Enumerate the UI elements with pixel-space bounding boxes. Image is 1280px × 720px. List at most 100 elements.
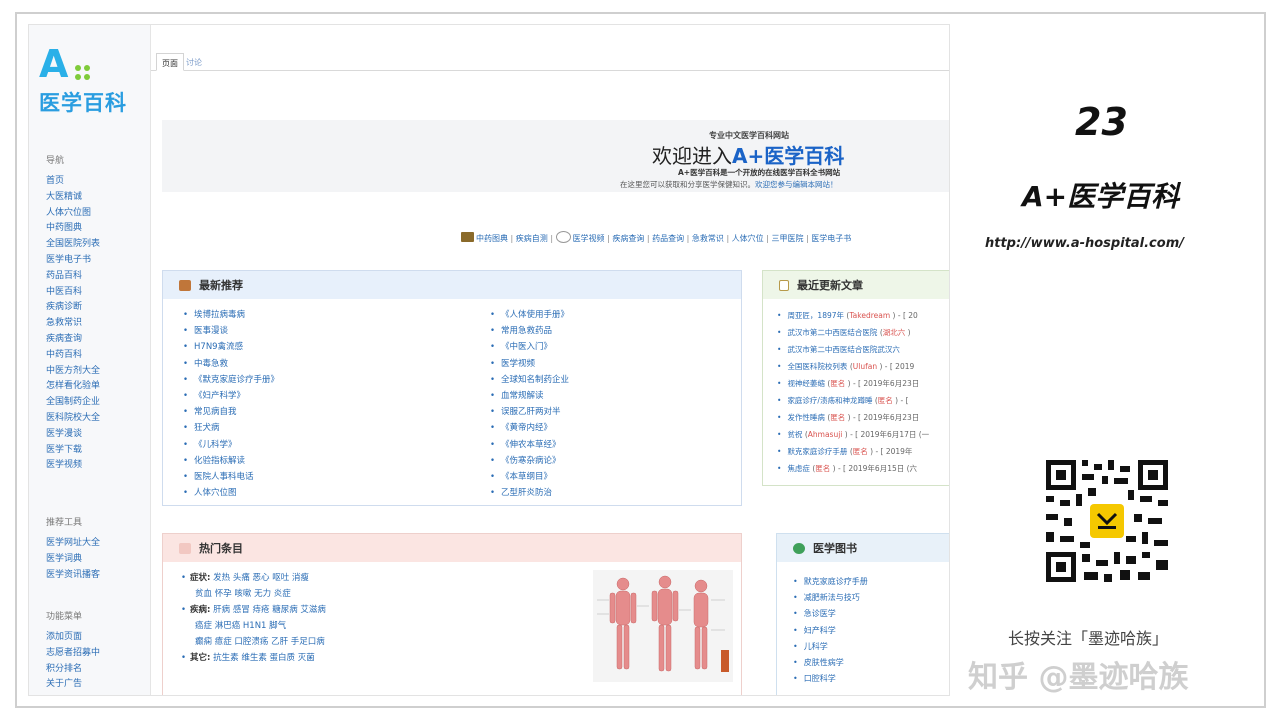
latest-item[interactable]: 医学视频 bbox=[490, 356, 569, 372]
latest-item[interactable]: 乙型肝炎防治 bbox=[490, 485, 569, 501]
latest-item[interactable]: 化验指标解读 bbox=[183, 453, 279, 469]
disease-links-b[interactable]: 癌症 淋巴癌 H1N1 脚气 bbox=[195, 621, 286, 631]
symptom-links-b[interactable]: 贫血 怀孕 咳嗽 无力 炎症 bbox=[195, 589, 291, 599]
update-user[interactable]: Ulufan bbox=[853, 362, 877, 371]
latest-item[interactable]: 常用急救药品 bbox=[490, 323, 569, 339]
sidebar-nav-item[interactable]: 疾病诊断 bbox=[46, 300, 100, 316]
quick-link[interactable]: 三甲医院 bbox=[771, 234, 803, 243]
sidebar-tool-item[interactable]: 医学词典 bbox=[46, 552, 100, 568]
quick-link[interactable]: 疾病自测 bbox=[516, 234, 548, 243]
other-links-a[interactable]: 抗生素 维生素 蛋白质 灭菌 bbox=[213, 653, 315, 663]
quick-link[interactable]: 人体穴位 bbox=[732, 234, 764, 243]
update-user[interactable]: 匿名 bbox=[830, 379, 845, 388]
latest-item[interactable]: 《伸农本草经》 bbox=[490, 437, 569, 453]
tab-page[interactable]: 页面 bbox=[156, 53, 184, 71]
quick-link[interactable]: 药品查询 bbox=[652, 234, 684, 243]
latest-item[interactable]: 《儿科学》 bbox=[183, 437, 279, 453]
sidebar-nav-item[interactable]: 首页 bbox=[46, 174, 100, 190]
latest-item[interactable]: 医院人事科电话 bbox=[183, 469, 279, 485]
latest-item[interactable]: 误服乙肝两对半 bbox=[490, 404, 569, 420]
latest-item[interactable]: 《默克家庭诊疗手册》 bbox=[183, 372, 279, 388]
update-title[interactable]: 焦虑症 bbox=[787, 464, 810, 473]
update-user[interactable]: 匿名 bbox=[830, 413, 845, 422]
update-title[interactable]: 武汉市第二中西医结合医院 bbox=[787, 328, 877, 337]
latest-item[interactable]: 《黄帝内经》 bbox=[490, 420, 569, 436]
update-title[interactable]: 视神经萎缩 bbox=[787, 379, 825, 388]
sidebar-nav-item[interactable]: 疾病查询 bbox=[46, 332, 100, 348]
sidebar-func-item[interactable]: 添加页面 bbox=[46, 630, 100, 646]
follow-caption: 长按关注「墨迹哈族」 bbox=[1008, 629, 1169, 648]
sidebar-nav-item[interactable]: 人体穴位图 bbox=[46, 206, 100, 222]
sidebar-func-item[interactable]: 关于广告 bbox=[46, 677, 100, 693]
sidebar-nav-item[interactable]: 中药百科 bbox=[46, 348, 100, 364]
sidebar-nav-item[interactable]: 全国医院列表 bbox=[46, 237, 100, 253]
update-user[interactable]: 湖北六 bbox=[883, 328, 906, 337]
latest-item[interactable]: 《中医入门》 bbox=[490, 339, 569, 355]
sidebar-nav-item[interactable]: 医学视频 bbox=[46, 458, 100, 474]
latest-item[interactable]: 全球知名制药企业 bbox=[490, 372, 569, 388]
quick-link[interactable]: 中药图典 bbox=[476, 234, 508, 243]
latest-item[interactable]: 医事漫谈 bbox=[183, 323, 279, 339]
sidebar-nav-item[interactable]: 急救常识 bbox=[46, 316, 100, 332]
book-item[interactable]: 儿科学 bbox=[793, 639, 868, 655]
update-title[interactable]: 发作性睡病 bbox=[787, 413, 825, 422]
quick-link[interactable]: 医学电子书 bbox=[811, 234, 851, 243]
book-item[interactable]: 急诊医学 bbox=[793, 606, 868, 622]
disease-links-c[interactable]: 癫痫 癔症 口腔溃疡 乙肝 手足口病 bbox=[195, 637, 325, 647]
sidebar-tool-item[interactable]: 医学资讯播客 bbox=[46, 568, 100, 584]
quick-link[interactable]: 医学视频 bbox=[573, 234, 605, 243]
latest-item[interactable]: 人体穴位图 bbox=[183, 485, 279, 501]
site-logo[interactable]: A 医学百科 bbox=[39, 45, 127, 117]
func-title: 功能菜单 bbox=[46, 612, 83, 622]
latest-item[interactable]: H7N9禽流感 bbox=[183, 339, 279, 355]
sidebar-nav-item[interactable]: 全国制药企业 bbox=[46, 395, 100, 411]
site-url[interactable]: http://www.a-hospital.com/ bbox=[985, 236, 1184, 251]
sidebar-nav-item[interactable]: 医科院校大全 bbox=[46, 411, 100, 427]
sidebar-nav-item[interactable]: 医学下载 bbox=[46, 443, 100, 459]
update-title[interactable]: 默克家庭诊疗手册 bbox=[787, 447, 847, 456]
latest-item[interactable]: 狂犬病 bbox=[183, 420, 279, 436]
sidebar-nav-item[interactable]: 中药图典 bbox=[46, 221, 100, 237]
symptom-links-a[interactable]: 发热 头痛 恶心 呕吐 消瘦 bbox=[213, 573, 309, 583]
sidebar-func-item[interactable]: 积分排名 bbox=[46, 662, 100, 678]
latest-item[interactable]: 埃博拉病毒病 bbox=[183, 307, 279, 323]
latest-item[interactable]: 中毒急救 bbox=[183, 356, 279, 372]
banner-edit-link[interactable]: 欢迎您参与编辑本网站！ bbox=[755, 180, 838, 189]
qr-code-image[interactable] bbox=[1042, 456, 1172, 586]
latest-item[interactable]: 《本草纲目》 bbox=[490, 469, 569, 485]
book-item[interactable]: 减肥新法与技巧 bbox=[793, 590, 868, 606]
update-title[interactable]: 家庭诊疗/溃疡和神龙蹲睡 bbox=[787, 396, 872, 405]
latest-item[interactable]: 血常规解读 bbox=[490, 388, 569, 404]
quick-link[interactable]: 急救常识 bbox=[692, 234, 724, 243]
disease-links-a[interactable]: 肝病 感冒 痔疮 糖尿病 艾滋病 bbox=[213, 605, 326, 615]
update-title[interactable]: 周亚匠，1897年 bbox=[787, 311, 844, 320]
book-item[interactable]: 口腔科学 bbox=[793, 671, 868, 687]
latest-item[interactable]: 《妇产科学》 bbox=[183, 388, 279, 404]
update-user[interactable]: 匿名 bbox=[878, 396, 893, 405]
update-user[interactable]: 匿名 bbox=[853, 447, 868, 456]
sidebar-nav-item[interactable]: 中医百科 bbox=[46, 285, 100, 301]
book-item[interactable]: 皮肤性病学 bbox=[793, 655, 868, 671]
latest-item[interactable]: 《人体使用手册》 bbox=[490, 307, 569, 323]
update-user[interactable]: Ahmasuji bbox=[808, 430, 843, 439]
latest-item[interactable]: 《伤寒杂病论》 bbox=[490, 453, 569, 469]
book-item[interactable]: 妇产科学 bbox=[793, 623, 868, 639]
update-title[interactable]: 武汉市第二中西医结合医院武汉六 bbox=[787, 345, 900, 354]
tab-discussion[interactable]: 讨论 bbox=[181, 53, 207, 71]
update-title[interactable]: 全国医科院校列表 bbox=[787, 362, 847, 371]
latest-item[interactable]: 常见病自我 bbox=[183, 404, 279, 420]
update-title[interactable]: 贫祝 bbox=[787, 430, 802, 439]
sidebar-nav-item[interactable]: 医学漫谈 bbox=[46, 427, 100, 443]
sidebar-func-item[interactable]: 志愿者招募中 bbox=[46, 646, 100, 662]
sidebar-nav-item[interactable]: 大医精诚 bbox=[46, 190, 100, 206]
sidebar-nav-item[interactable]: 药品百科 bbox=[46, 269, 100, 285]
update-user[interactable]: 匿名 bbox=[815, 464, 830, 473]
sidebar-nav-item[interactable]: 中医方剂大全 bbox=[46, 364, 100, 380]
quick-link[interactable]: 疾病查询 bbox=[612, 234, 644, 243]
book-item[interactable]: 默克家庭诊疗手册 bbox=[793, 574, 868, 590]
update-user[interactable]: Takedream bbox=[849, 311, 890, 320]
sidebar-tool-item[interactable]: 医学网址大全 bbox=[46, 536, 100, 552]
anatomy-figure-image[interactable] bbox=[593, 570, 733, 682]
sidebar-nav-item[interactable]: 医学电子书 bbox=[46, 253, 100, 269]
sidebar-nav-item[interactable]: 怎样看化验单 bbox=[46, 379, 100, 395]
